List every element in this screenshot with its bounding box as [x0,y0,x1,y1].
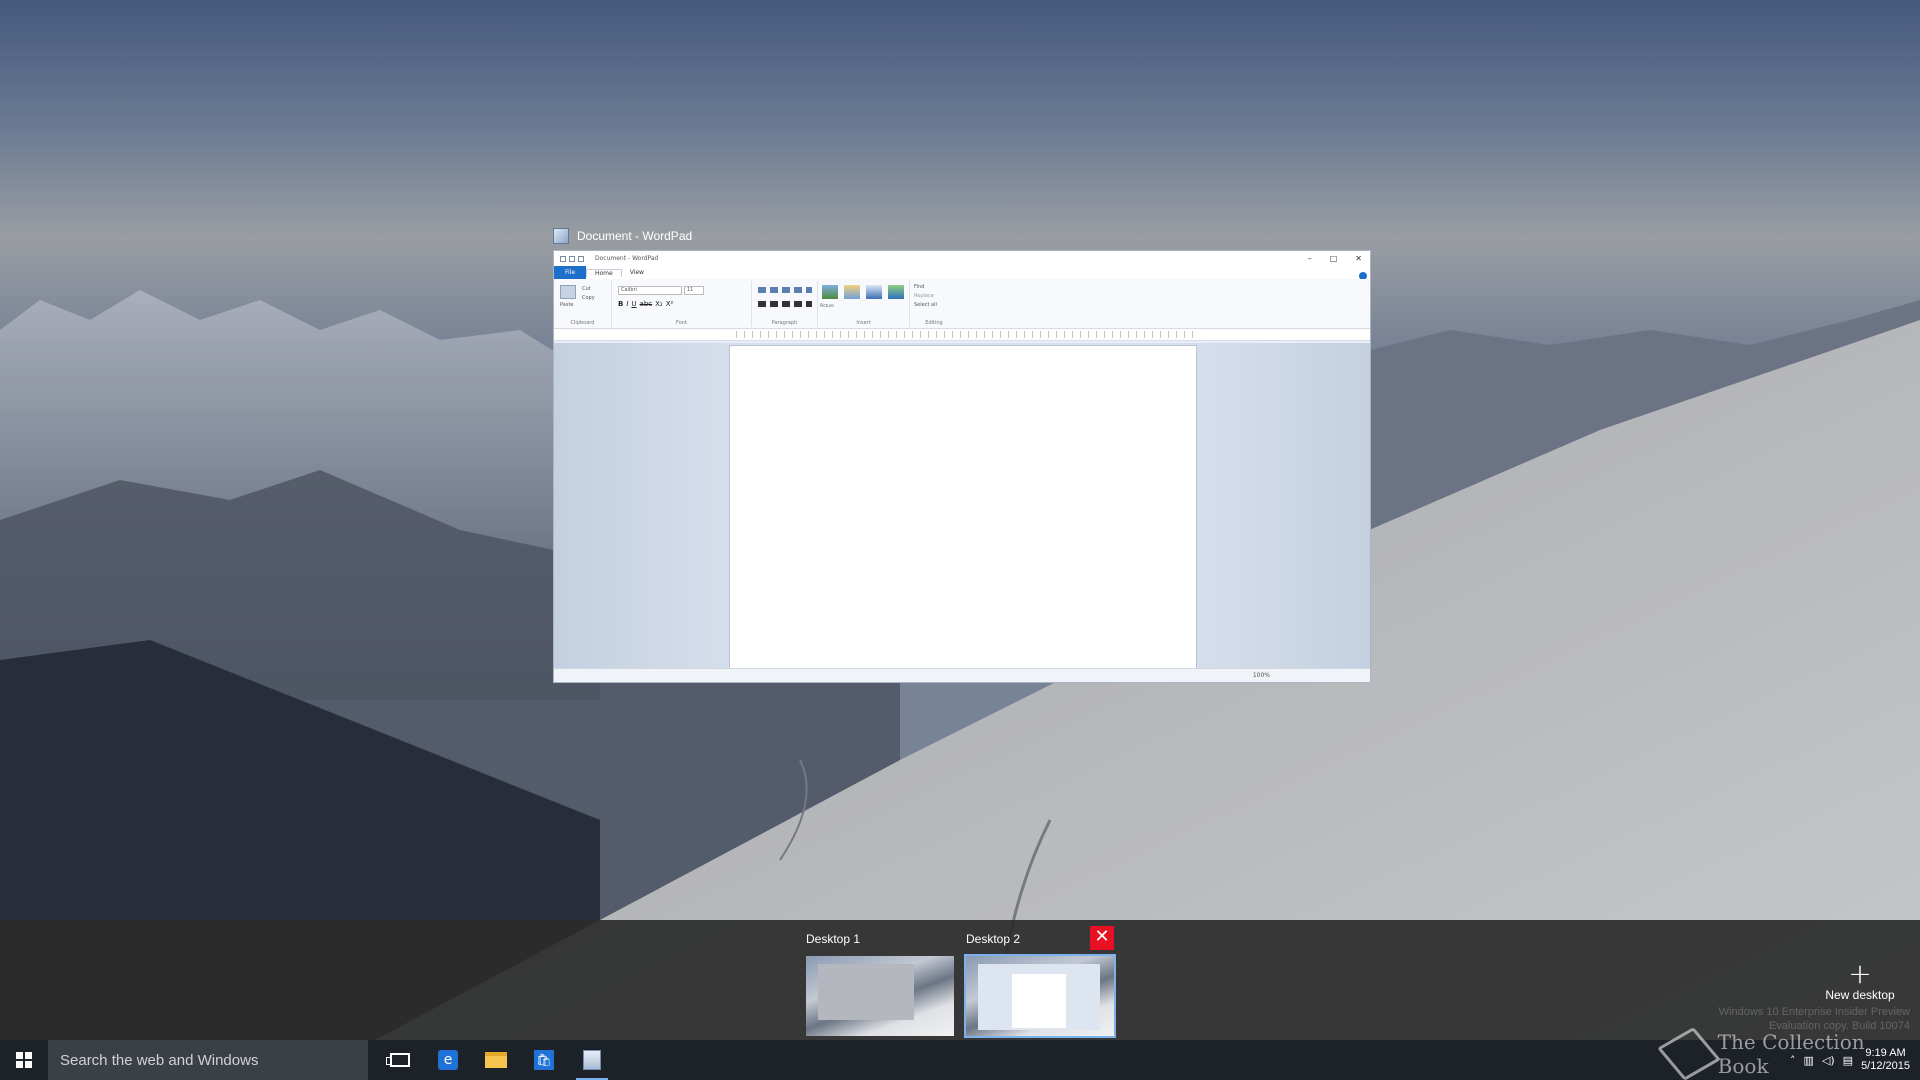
desktop-1[interactable]: Desktop 1 [806,932,954,1036]
brand-watermark: The Collection Book [1657,1027,1920,1080]
wordpad-inner-title: Document - WordPad [595,255,659,262]
document-page [729,345,1197,670]
desktop-1-thumbnail[interactable] [806,956,954,1036]
bold-button: B [618,300,624,308]
select-all-label: Select all [914,302,937,308]
internet-explorer-icon: e [438,1050,458,1070]
new-desktop-label: New desktop [1825,988,1895,1002]
wordpad-icon [583,1050,601,1070]
cut-label: Cut [582,286,591,292]
clipboard-group-label: Clipboard [570,320,595,326]
file-explorer-icon [485,1052,507,1068]
paint-icon [844,285,860,299]
window-preview-title: Document - WordPad [577,229,693,243]
desktop-1-label: Desktop 1 [806,932,861,946]
task-view-icon [386,1053,410,1067]
clipboard-group: Paste Cut Copy Clipboard [554,281,612,327]
font-format-row: B I U abc X₂ X² [618,300,673,308]
replace-label: Replace [914,293,934,299]
copy-label: Copy [582,295,595,301]
tab-view: View [629,269,644,276]
redo-icon [578,255,584,262]
editing-group: Find Replace Select all Editing [910,281,958,327]
desktop-2-thumbnail[interactable] [964,954,1116,1038]
wordpad-taskbar-button[interactable] [568,1040,616,1080]
wordpad-icon [553,228,569,244]
taskbar: Search the web and Windows e 🛍 ˄ ▥ ◁) ▤ … [0,1040,1920,1080]
subscript-button: X₂ [655,300,663,308]
superscript-button: X² [665,300,674,308]
window-controls: – □ ✕ [1308,251,1362,266]
paste-icon [560,285,576,299]
task-view-button[interactable] [376,1040,424,1080]
status-bar: 100% [554,668,1370,682]
mini-window [818,964,914,1020]
store-button[interactable]: 🛍 [520,1040,568,1080]
editing-group-label: Editing [925,320,943,326]
picture-icon [822,285,838,299]
font-family-select: Calibri [618,286,682,295]
undo-icon [569,255,575,262]
mini-wordpad [978,964,1100,1030]
search-input[interactable]: Search the web and Windows [48,1040,368,1080]
windows-logo-icon [16,1052,32,1068]
maximize-icon: □ [1329,254,1338,263]
paragraph-group: Paragraph [752,281,818,327]
paragraph-group-label: Paragraph [771,320,798,326]
underline-button: U [631,300,637,308]
alignment-icons [758,301,812,307]
font-group-label: Font [676,320,687,326]
font-group: Calibri 11 B I U abc X₂ X² Font [612,281,752,327]
ribbon-tabs: File Home View [554,266,1370,279]
find-label: Find [914,284,925,290]
ribbon: Paste Cut Copy Clipboard Calibri 11 B I … [554,279,1370,329]
store-icon: 🛍 [534,1050,554,1070]
italic-button: I [626,300,629,308]
font-size-select: 11 [684,286,704,295]
insert-group: Picture Insert [818,281,910,327]
ruler [554,329,1370,341]
watermark-line-1: Windows 10 Enterprise Insider Preview [1718,1006,1910,1018]
strikethrough-button: abc [639,300,653,308]
plus-icon: + [1848,957,1872,990]
document-area [554,343,1370,670]
save-icon [560,255,566,262]
paste-label: Paste [560,302,574,308]
wordpad-titlebar: Document - WordPad – □ ✕ [554,251,1370,266]
close-icon: ✕ [1355,254,1362,263]
tab-file: File [554,266,586,279]
picture-label: Picture [820,303,834,308]
insert-group-label: Insert [856,320,871,326]
insert-object-icon [888,285,904,299]
wordpad-window-preview[interactable]: Document - WordPad – □ ✕ File Home View … [553,250,1371,683]
build-watermark: Windows 10 Enterprise Insider Preview Ev… [1719,1005,1910,1033]
new-desktop-button[interactable]: + New desktop [1810,957,1910,1003]
internet-explorer-button[interactable]: e [424,1040,472,1080]
window-preview-header[interactable]: Document - WordPad [553,226,692,246]
virtual-desktops-strip: Desktop 1 Desktop 2 [0,920,1920,1040]
indent-list-icons [758,287,812,293]
zoom-level: 100% [1252,672,1270,679]
close-desktop-button[interactable]: ✕ [1090,926,1114,950]
tab-home: Home [586,268,622,277]
minimize-icon: – [1307,254,1312,263]
calendar-icon [866,285,882,299]
start-button[interactable] [0,1040,48,1080]
file-explorer-button[interactable] [472,1040,520,1080]
brand-text: The Collection Book [1717,1030,1865,1078]
